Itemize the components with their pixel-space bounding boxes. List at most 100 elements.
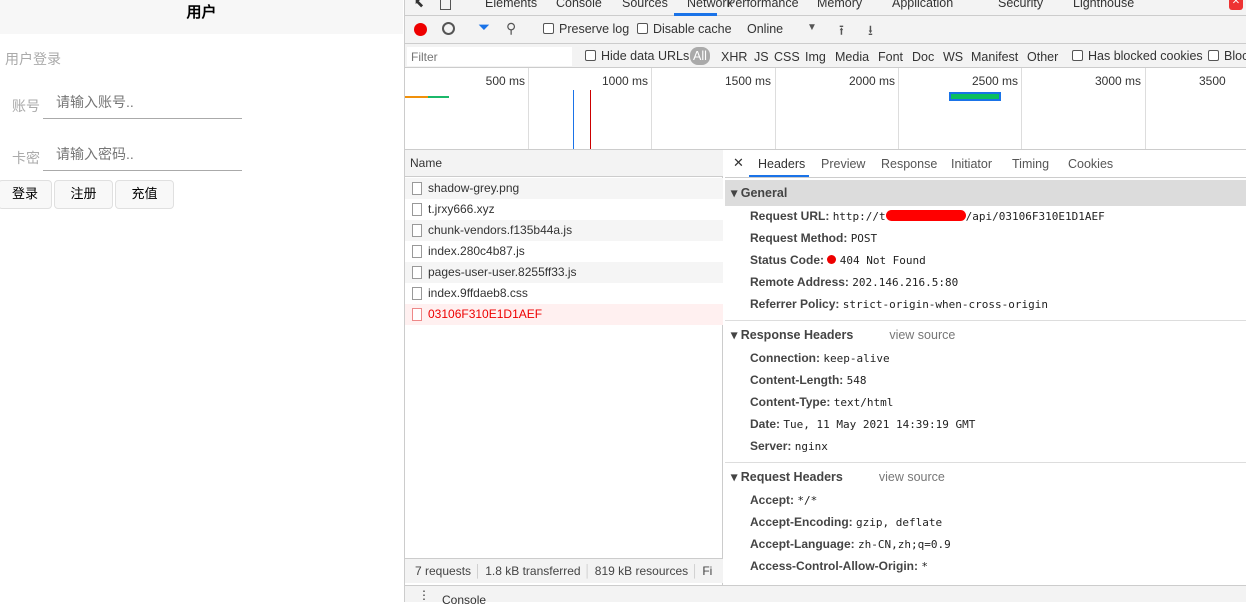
finish-time: Fi — [702, 564, 713, 578]
request-count: 7 requests — [415, 564, 472, 578]
filter-type-manifest[interactable]: Manifest — [971, 50, 1018, 64]
request-name: index.9ffdaeb8.css — [428, 286, 528, 300]
request-row[interactable]: index.280c4b87.js — [405, 241, 723, 262]
export-har-icon[interactable]: ⭳ — [868, 20, 873, 44]
drawer-tab-console[interactable]: Console — [442, 593, 486, 607]
tab-application[interactable]: Application — [892, 0, 953, 10]
general-section-header[interactable]: ▾ General — [725, 180, 1246, 206]
login-button[interactable]: 登录 — [0, 180, 52, 209]
file-icon — [412, 203, 422, 216]
status-bar: 7 requests │ 1.8 kB transferred │ 819 kB… — [405, 558, 723, 583]
close-icon[interactable]: ✕ — [733, 155, 744, 171]
filter-type-ws[interactable]: WS — [943, 50, 963, 64]
tab-security[interactable]: Security — [998, 0, 1043, 10]
filter-type-other[interactable]: Other — [1027, 50, 1058, 64]
view-source-link[interactable]: view source — [879, 470, 945, 484]
tab-cookies[interactable]: Cookies — [1068, 157, 1113, 171]
header-row: Accept: */* — [750, 493, 818, 507]
search-icon[interactable]: ⚲ — [506, 20, 516, 37]
throttle-select[interactable]: Online — [747, 22, 783, 36]
tab-initiator[interactable]: Initiator — [951, 157, 992, 171]
filter-type-js[interactable]: JS — [754, 50, 769, 64]
file-icon — [412, 182, 422, 195]
blocked-requests-checkbox[interactable]: Bloc — [1208, 49, 1246, 63]
tab-preview[interactable]: Preview — [821, 157, 865, 171]
request-name: shadow-grey.png — [428, 181, 520, 195]
filter-type-font[interactable]: Font — [878, 50, 903, 64]
filter-type-css[interactable]: CSS — [774, 50, 800, 64]
tab-timing[interactable]: Timing — [1012, 157, 1049, 171]
request-name: pages-user-user.8255ff33.js — [428, 265, 577, 279]
request-row[interactable]: shadow-grey.png — [405, 178, 723, 199]
resources-size: 819 kB resources — [594, 564, 689, 578]
request-bar — [405, 96, 428, 98]
disable-cache-checkbox[interactable]: Disable cache — [637, 22, 732, 36]
tab-lighthouse[interactable]: Lighthouse — [1073, 0, 1134, 10]
more-options-icon[interactable]: ⋮ — [418, 588, 430, 602]
tab-performance[interactable]: Performance — [727, 0, 799, 10]
filter-type-media[interactable]: Media — [835, 50, 869, 64]
account-label: 账号 — [12, 99, 40, 115]
request-row[interactable]: pages-user-user.8255ff33.js — [405, 262, 723, 283]
section-title: 用户登录 — [5, 52, 61, 68]
drawer-bar: ⋮ Console — [405, 585, 1246, 607]
load-event-line — [590, 90, 591, 149]
header-row: Remote Address: 202.146.216.5:80 — [750, 275, 959, 289]
request-headers-section-header[interactable]: ▾ Request Headers view source — [725, 464, 1246, 490]
grid-line — [651, 68, 652, 149]
clear-icon[interactable] — [442, 22, 455, 35]
tick-label: 2500 ms — [971, 74, 1018, 88]
has-blocked-cookies-checkbox[interactable]: Has blocked cookies — [1072, 49, 1203, 63]
timeline-overview[interactable]: 500 ms 1000 ms 1500 ms 2000 ms 2500 ms 3… — [405, 68, 1246, 150]
header-row: Date: Tue, 11 May 2021 14:39:19 GMT — [750, 417, 976, 431]
header-row: Content-Length: 548 — [750, 373, 867, 387]
response-headers-section-header[interactable]: ▾ Response Headers view source — [725, 322, 1246, 348]
tab-network[interactable]: Network — [687, 0, 733, 10]
request-row[interactable]: index.9ffdaeb8.css — [405, 283, 723, 304]
transferred-size: 1.8 kB transferred — [485, 564, 581, 578]
chevron-down-icon: ▼ — [807, 22, 817, 33]
file-icon — [412, 287, 422, 300]
grid-line — [1021, 68, 1022, 149]
request-row[interactable]: chunk-vendors.f135b44a.js — [405, 220, 723, 241]
header-row: Content-Type: text/html — [750, 395, 894, 409]
request-row[interactable]: t.jrxy666.xyz — [405, 199, 723, 220]
filter-input[interactable] — [407, 47, 572, 66]
tick-label: 3500 — [1199, 74, 1226, 88]
filter-icon[interactable]: ⏷ — [478, 19, 490, 36]
register-button[interactable]: 注册 — [54, 180, 113, 209]
recharge-button[interactable]: 充值 — [115, 180, 174, 209]
password-label: 卡密 — [12, 151, 40, 167]
name-column-header[interactable]: Name — [405, 150, 723, 177]
request-row[interactable]: 03106F310E1D1AEF — [405, 304, 723, 325]
hide-data-urls-checkbox[interactable]: Hide data URLs — [585, 49, 689, 63]
inspect-icon[interactable]: ⬉ — [414, 0, 424, 10]
request-name: t.jrxy666.xyz — [428, 202, 495, 216]
error-badge-icon[interactable]: ✕ — [1229, 0, 1243, 10]
filter-type-img[interactable]: Img — [805, 50, 826, 64]
request-bar — [428, 96, 449, 98]
header-row: Request Method: POST — [750, 231, 878, 245]
device-toggle-icon[interactable] — [440, 0, 451, 10]
filter-bar: Hide data URLs All XHR JS CSS Img Media … — [405, 44, 1246, 68]
tab-sources[interactable]: Sources — [622, 0, 668, 10]
tab-memory[interactable]: Memory — [817, 0, 862, 10]
status-error-icon — [827, 255, 837, 264]
header-row: Request URL: http://t/api/03106F310E1D1A… — [750, 209, 1105, 223]
record-icon[interactable] — [414, 23, 427, 36]
filter-type-all[interactable]: All — [690, 47, 710, 65]
tab-headers[interactable]: Headers — [758, 157, 805, 171]
filter-type-xhr[interactable]: XHR — [721, 50, 747, 64]
tab-elements[interactable]: Elements — [485, 0, 537, 10]
import-har-icon[interactable]: ⭱ — [839, 20, 844, 44]
account-input[interactable] — [43, 85, 242, 119]
devtools-panel: ⬉ Elements Console Sources Network Perfo… — [404, 0, 1246, 607]
preserve-log-checkbox[interactable]: Preserve log — [543, 22, 629, 36]
password-input[interactable] — [43, 137, 242, 171]
filter-type-doc[interactable]: Doc — [912, 50, 934, 64]
header-row: Referrer Policy: strict-origin-when-cros… — [750, 297, 1049, 311]
request-bar-selected — [949, 92, 1001, 101]
tab-response[interactable]: Response — [881, 157, 937, 171]
view-source-link[interactable]: view source — [889, 328, 955, 342]
tab-console[interactable]: Console — [556, 0, 602, 10]
